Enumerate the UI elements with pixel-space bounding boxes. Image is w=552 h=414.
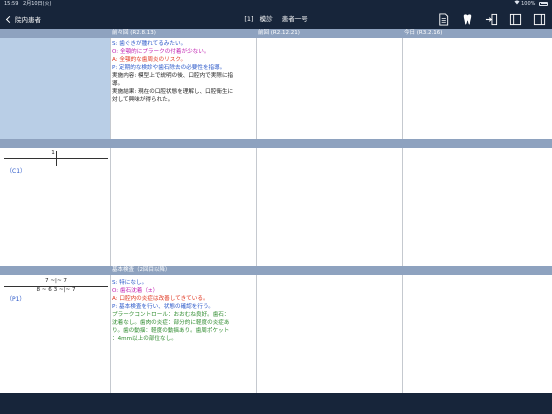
- column-header-prev: 前回 (R2.12.21): [258, 30, 300, 36]
- row-separator: [0, 139, 552, 148]
- wifi-icon: [514, 0, 522, 7]
- chevron-left-icon: [5, 15, 14, 23]
- exam-section-label: 基本検査（2回目以降）: [112, 267, 171, 273]
- battery-percent: 100%: [521, 1, 536, 7]
- status-time: 15:59: [4, 1, 19, 7]
- grid-line: [110, 38, 111, 139]
- note-line: P: 定期的な検診や歯石除去の必要性を指導。: [112, 65, 226, 71]
- tooth-chart-vertical-line: [56, 151, 57, 166]
- toolbar: [436, 12, 546, 26]
- import-icon[interactable]: [484, 12, 498, 26]
- grid-line: [402, 38, 403, 139]
- title-number: [1]: [244, 15, 254, 23]
- row3-code: （P1）: [6, 296, 26, 303]
- note-line: 対して興味が得られた。: [112, 97, 174, 103]
- status-right: 100%: [514, 0, 548, 9]
- tooth-chart-bottom: 8 ~ 6 3 ~|~ 7: [36, 287, 76, 293]
- column-header-today: 今日 (R3.2.16): [404, 30, 443, 36]
- grid-line: [402, 148, 403, 266]
- note-line: A: 全顎的な歯周炎のリスク。: [112, 57, 187, 63]
- status-bar: 15:59 2月10日(火) 100%: [0, 0, 552, 9]
- row2-code: （C1）: [6, 168, 27, 175]
- right-panel-icon[interactable]: [532, 12, 546, 26]
- back-button[interactable]: 院内患者: [5, 12, 41, 26]
- row1-side-cell: [0, 38, 110, 139]
- row3-prev2-note[interactable]: S: 特になし。 O: 歯石沈着（±） A: 口腔内の炎症は改善してきている。 …: [112, 279, 254, 343]
- tooth-chart-top: 7 ~|~ 7: [45, 278, 67, 284]
- tooth-icon[interactable]: [460, 12, 474, 26]
- back-label: 院内患者: [15, 16, 41, 24]
- row1-prev2-note[interactable]: S: 歯ぐきが腫れてるみたい。 O: 全顎的にプラークの付着が少ない。 A: 全…: [112, 40, 254, 104]
- grid-line: [256, 38, 257, 139]
- row-separator: 基本検査（2回目以降）: [0, 266, 552, 275]
- grid-line: [256, 148, 257, 266]
- document-icon[interactable]: [436, 12, 450, 26]
- grid-line: [256, 275, 257, 393]
- title-patient: 患者一号: [281, 15, 308, 23]
- status-date: 2月10日(火): [23, 1, 52, 7]
- note-line: 実施内容: 模型上で説明の後、口腔内で実際に指: [112, 73, 234, 79]
- grid-line: [402, 275, 403, 393]
- note-line: A: 口腔内の炎症は改善してきている。: [112, 296, 209, 302]
- note-line: O: 全顎的にプラークの付着が少ない。: [112, 49, 210, 55]
- tooth-number: 1: [51, 150, 55, 156]
- note-line: S: 特になし。: [112, 280, 148, 286]
- title-name: 模診: [259, 15, 273, 23]
- note-line: P: 基本検査を行い、状態の確認を行う。: [112, 304, 214, 310]
- grid-line: [110, 148, 111, 266]
- left-panel-icon[interactable]: [508, 12, 522, 26]
- column-header-bar: 前々回 (R2.8.13) 前回 (R2.12.21) 今日 (R3.2.16): [0, 29, 552, 38]
- note-line: 導。: [112, 81, 124, 87]
- grid-line: [110, 275, 111, 393]
- note-line: 沈着なし。歯肉の炎症：部分的に軽度の炎症あ: [112, 320, 230, 326]
- note-line: り。歯の動揺：軽度の動揺あり。歯周ポケット: [112, 328, 230, 334]
- note-line: ：4mm以上の部位なし。: [112, 336, 177, 342]
- note-line: プラークコントロール：おおむね良好。歯石：: [112, 312, 230, 318]
- column-header-prev2: 前々回 (R2.8.13): [112, 30, 156, 36]
- note-line: 実施結果: 現在の口腔状態を理解し、口腔衛生に: [112, 89, 234, 95]
- navigation-bar: [1] 模診 患者一号 院内患者: [0, 9, 552, 29]
- battery-icon: [539, 1, 548, 6]
- bottom-bar: [0, 393, 552, 414]
- status-time-date: 15:59 2月10日(火): [4, 0, 51, 9]
- note-line: S: 歯ぐきが腫れてるみたい。: [112, 41, 187, 47]
- note-line: O: 歯石沈着（±）: [112, 288, 159, 294]
